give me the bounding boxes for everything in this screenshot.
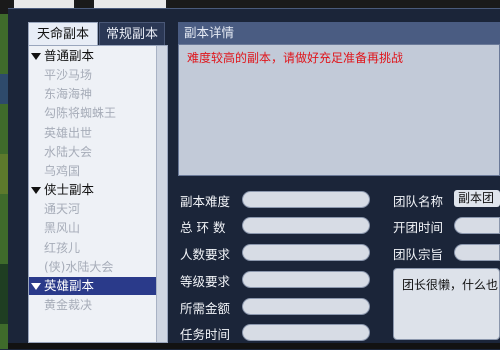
open-time-field: [454, 217, 500, 234]
tree-item[interactable]: 平沙马场: [44, 66, 92, 84]
level-label: 等级要求: [180, 274, 231, 289]
tab-regular[interactable]: 常规副本: [99, 22, 165, 46]
people-field: [242, 244, 370, 261]
tree-category[interactable]: 英雄副本: [29, 277, 157, 295]
expand-arrow-icon: [31, 187, 41, 195]
motto-label: 团队宗旨: [393, 247, 444, 262]
tree-item[interactable]: 黄金裁决: [44, 296, 92, 314]
people-label: 人数要求: [180, 247, 231, 262]
money-label: 所需金额: [180, 301, 231, 316]
tab-tianming[interactable]: 天命副本: [28, 22, 98, 46]
difficulty-field: [242, 191, 370, 208]
tree-item[interactable]: 勾陈将蜘蛛王: [44, 104, 116, 122]
dungeon-tree: 普通副本平沙马场 东海海神 勾陈将蜘蛛王 英雄出世 水陆大会 乌鸡国侠士副本通天河 黑风山红…: [28, 45, 168, 343]
expand-arrow-icon: [31, 53, 41, 60]
tree-item[interactable]: 黑风山: [44, 219, 80, 237]
tree-category-label: 英雄副本: [44, 278, 95, 293]
detail-header: 副本详情: [178, 22, 500, 44]
money-field: [242, 298, 370, 315]
tree-scrollbar[interactable]: [156, 46, 167, 342]
rounds-label: 总 环 数: [180, 220, 226, 235]
rounds-field: [242, 217, 370, 234]
bottom-bar: [8, 343, 500, 349]
tree-category[interactable]: 侠士副本: [29, 181, 157, 199]
tree-category-label: 侠士副本: [44, 182, 95, 198]
time-label: 任务时间: [180, 327, 231, 342]
expand-arrow-icon: [31, 283, 41, 290]
difficulty-label: 副本难度: [180, 194, 231, 209]
detail-text: 难度较高的副本，请做好充足准备再挑战: [187, 51, 404, 65]
side-strip: [0, 14, 8, 349]
time-field: [242, 324, 370, 341]
tree-item[interactable]: 东海海神: [44, 85, 92, 103]
detail-panel: 难度较高的副本，请做好充足准备再挑战: [178, 44, 500, 176]
team-name-field[interactable]: 副本团: [454, 190, 500, 207]
tree-category[interactable]: 普通副本: [29, 47, 157, 65]
tree-item[interactable]: 红孩儿: [44, 239, 80, 257]
motto-textarea[interactable]: 团长很懒，什么也: [393, 268, 500, 340]
team-name-label: 团队名称: [393, 194, 444, 209]
tree-item[interactable]: (侠)水陆大会: [44, 258, 113, 276]
tree-item[interactable]: 英雄出世: [44, 124, 92, 142]
tree-category-label: 普通副本: [44, 48, 95, 63]
open-time-label: 开团时间: [393, 220, 444, 235]
tree-item[interactable]: 通天河: [44, 200, 80, 218]
motto-field: [454, 244, 500, 261]
tree-item[interactable]: 乌鸡国: [44, 162, 80, 180]
tree-item[interactable]: 水陆大会: [44, 143, 92, 161]
level-field: [242, 271, 370, 288]
